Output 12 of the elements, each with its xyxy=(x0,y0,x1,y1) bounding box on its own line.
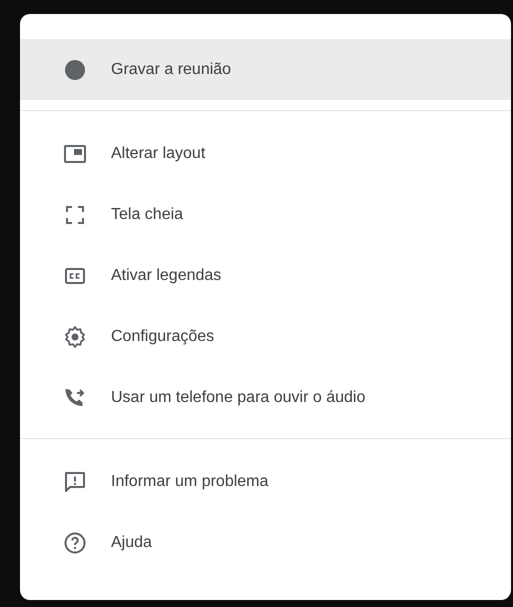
menu-item[interactable]: Ativar legendas xyxy=(20,245,511,306)
menu-item[interactable]: Configurações xyxy=(20,306,511,367)
menu-item[interactable]: Alterar layout xyxy=(20,123,511,184)
help-icon xyxy=(63,530,87,554)
menu-item[interactable]: Ajuda xyxy=(20,512,511,573)
menu-item[interactable]: Gravar a reunião xyxy=(20,39,511,100)
menu-item[interactable]: Usar um telefone para ouvir o áudio xyxy=(20,367,511,428)
menu-item[interactable]: Tela cheia xyxy=(20,184,511,245)
record-icon xyxy=(63,58,87,82)
feedback-icon xyxy=(63,470,87,494)
settings-icon xyxy=(63,324,87,348)
menu-item[interactable]: Informar um problema xyxy=(20,451,511,512)
